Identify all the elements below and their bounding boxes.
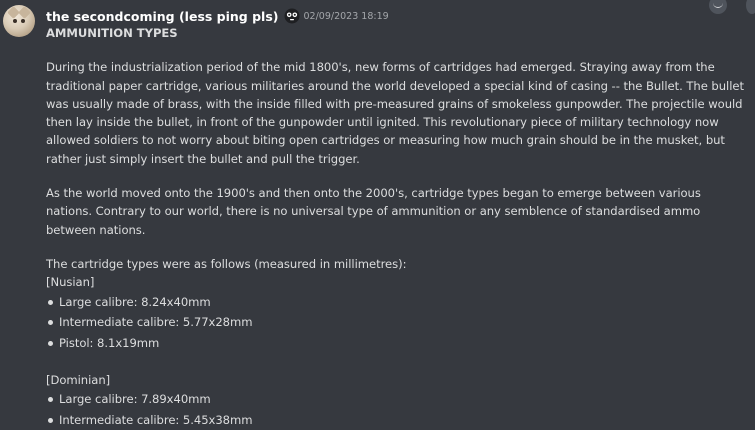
section-heading-nusian: [Nusian]	[46, 275, 95, 290]
nusian-list: Large calibre: 8.24x40mm Intermediate ca…	[46, 292, 746, 354]
list-item: Pistol: 8.1x19mm	[46, 333, 746, 354]
username[interactable]: the secondcoming (less ping pls)	[46, 9, 279, 24]
avatar-eye-left	[13, 19, 17, 23]
avatar-eye-right	[21, 19, 25, 23]
face-with-spiral-eyes-icon	[284, 8, 300, 24]
paragraph-history: As the world moved onto the 1900's and t…	[46, 186, 701, 237]
list-item: Intermediate calibre: 5.77x28mm	[46, 312, 746, 333]
list-item: Large calibre: 7.89x40mm	[46, 389, 746, 410]
message-header: the secondcoming (less ping pls) 02/09/2…	[46, 6, 389, 26]
message-title: AMMUNITION TYPES	[46, 26, 178, 40]
paragraph-intro: During the industrialization period of t…	[46, 60, 744, 166]
dominian-list: Large calibre: 7.89x40mm Intermediate ca…	[46, 389, 746, 430]
list-item: Large calibre: 8.24x40mm	[46, 292, 746, 313]
more-options-button[interactable]	[746, 0, 755, 14]
message-content: AMMUNITION TYPES During the industrializ…	[46, 24, 746, 430]
user-avatar[interactable]	[3, 5, 35, 37]
message-timestamp: 02/09/2023 18:19	[303, 10, 389, 22]
avatar-ear-right	[18, 6, 31, 19]
section-heading-dominian: [Dominian]	[46, 373, 111, 388]
chat-message: the secondcoming (less ping pls) 02/09/2…	[0, 0, 755, 427]
list-item: Intermediate calibre: 5.45x38mm	[46, 410, 746, 430]
paragraph-cartridge-types: The cartridge types were as follows (mea…	[46, 256, 407, 271]
add-reaction-button[interactable]	[709, 0, 727, 14]
